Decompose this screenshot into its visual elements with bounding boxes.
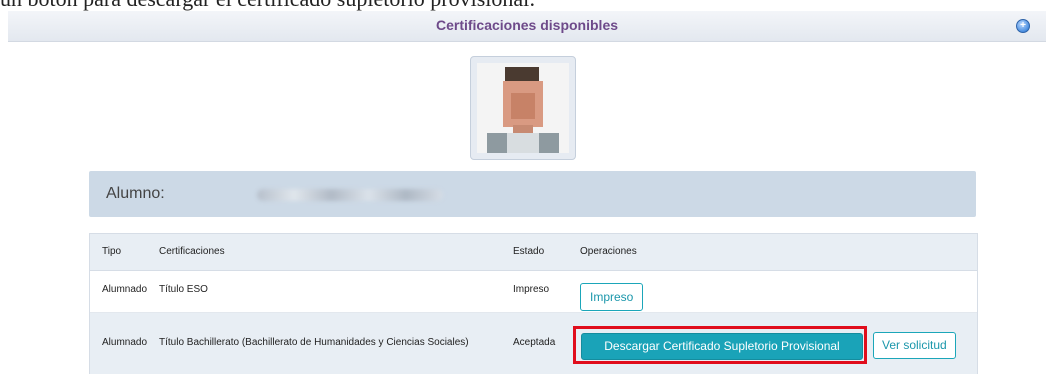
- student-name-redacted: [257, 189, 443, 201]
- section-title: Certificaciones disponibles: [435, 17, 619, 33]
- student-photo-frame: [470, 56, 576, 160]
- student-label: Alumno:: [106, 185, 165, 202]
- download-provisional-certificate-button[interactable]: Descargar Certificado Supletorio Provisi…: [581, 333, 863, 360]
- plus-circle-icon[interactable]: +: [1016, 19, 1030, 33]
- cell-tipo: Alumnado: [102, 284, 148, 295]
- cell-certificacion: Título Bachillerato (Bachillerato de Hum…: [159, 337, 469, 348]
- section-header: Certificaciones disponibles +: [8, 11, 1046, 42]
- certifications-table: Tipo Certificaciones Estado Operaciones …: [89, 233, 978, 374]
- student-info-bar: Alumno:: [89, 171, 976, 217]
- column-header-certificaciones: Certificaciones: [159, 246, 225, 257]
- column-header-estado: Estado: [513, 246, 545, 257]
- student-photo: [477, 63, 569, 153]
- column-header-tipo: Tipo: [102, 246, 122, 257]
- table-row: Alumnado Título Bachillerato (Bachillera…: [90, 313, 977, 374]
- page-caption: un botón para descargar el certificado s…: [0, 0, 1054, 11]
- column-header-operaciones: Operaciones: [580, 246, 637, 257]
- impreso-button[interactable]: Impreso: [580, 283, 644, 311]
- cell-estado: Aceptada: [513, 337, 556, 348]
- table-header-row: Tipo Certificaciones Estado Operaciones: [90, 234, 977, 271]
- table-row: Alumnado Título ESO Impreso Impreso: [90, 271, 977, 313]
- view-request-button[interactable]: Ver solicitud: [873, 332, 956, 359]
- cell-certificacion: Título ESO: [159, 284, 208, 295]
- cell-estado: Impreso: [513, 284, 550, 295]
- cell-tipo: Alumnado: [102, 337, 148, 348]
